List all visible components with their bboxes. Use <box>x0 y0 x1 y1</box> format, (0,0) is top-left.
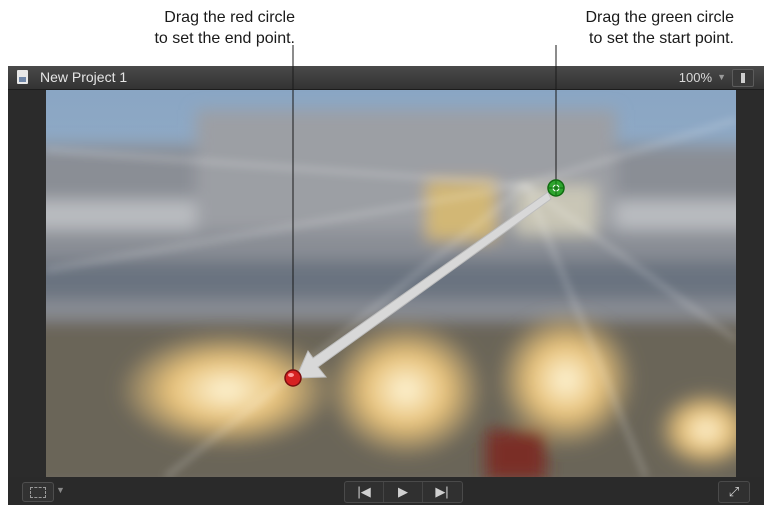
skip-forward-icon[interactable]: ▶| <box>423 482 461 502</box>
end-point-callout-line-1: Drag the red circle <box>164 9 295 26</box>
transport-controls: |◀ ▶ ▶| <box>344 481 463 503</box>
view-options-icon[interactable] <box>732 69 754 87</box>
transform-icon[interactable] <box>22 482 54 502</box>
end-point-callout: Drag the red circle to set the end point… <box>154 7 295 49</box>
skip-back-icon[interactable]: |◀ <box>345 482 384 502</box>
chevron-down-icon[interactable]: ▼ <box>717 72 726 82</box>
start-point-callout-line-1: Drag the green circle <box>585 9 734 26</box>
zoom-level[interactable]: 100% <box>679 70 712 85</box>
video-canvas <box>46 90 736 477</box>
chevron-down-icon[interactable]: ▼ <box>56 485 65 495</box>
viewer-title-bar: New Project 1 100% ▼ <box>8 66 764 90</box>
start-point-callout: Drag the green circle to set the start p… <box>585 7 734 49</box>
start-point-callout-line-2: to set the start point. <box>589 30 734 47</box>
blurred-building-image <box>46 90 736 477</box>
viewer-toolbar: ▼ |◀ ▶ ▶| ⤢ <box>8 477 764 505</box>
fullscreen-icon[interactable]: ⤢ <box>718 481 750 503</box>
project-name: New Project 1 <box>40 69 128 85</box>
end-point-callout-line-2: to set the end point. <box>154 30 295 47</box>
play-icon[interactable]: ▶ <box>384 482 423 502</box>
viewer-window: New Project 1 100% ▼ ▼ |◀ ▶ ▶| ⤢ <box>8 66 764 505</box>
document-icon <box>17 70 28 84</box>
